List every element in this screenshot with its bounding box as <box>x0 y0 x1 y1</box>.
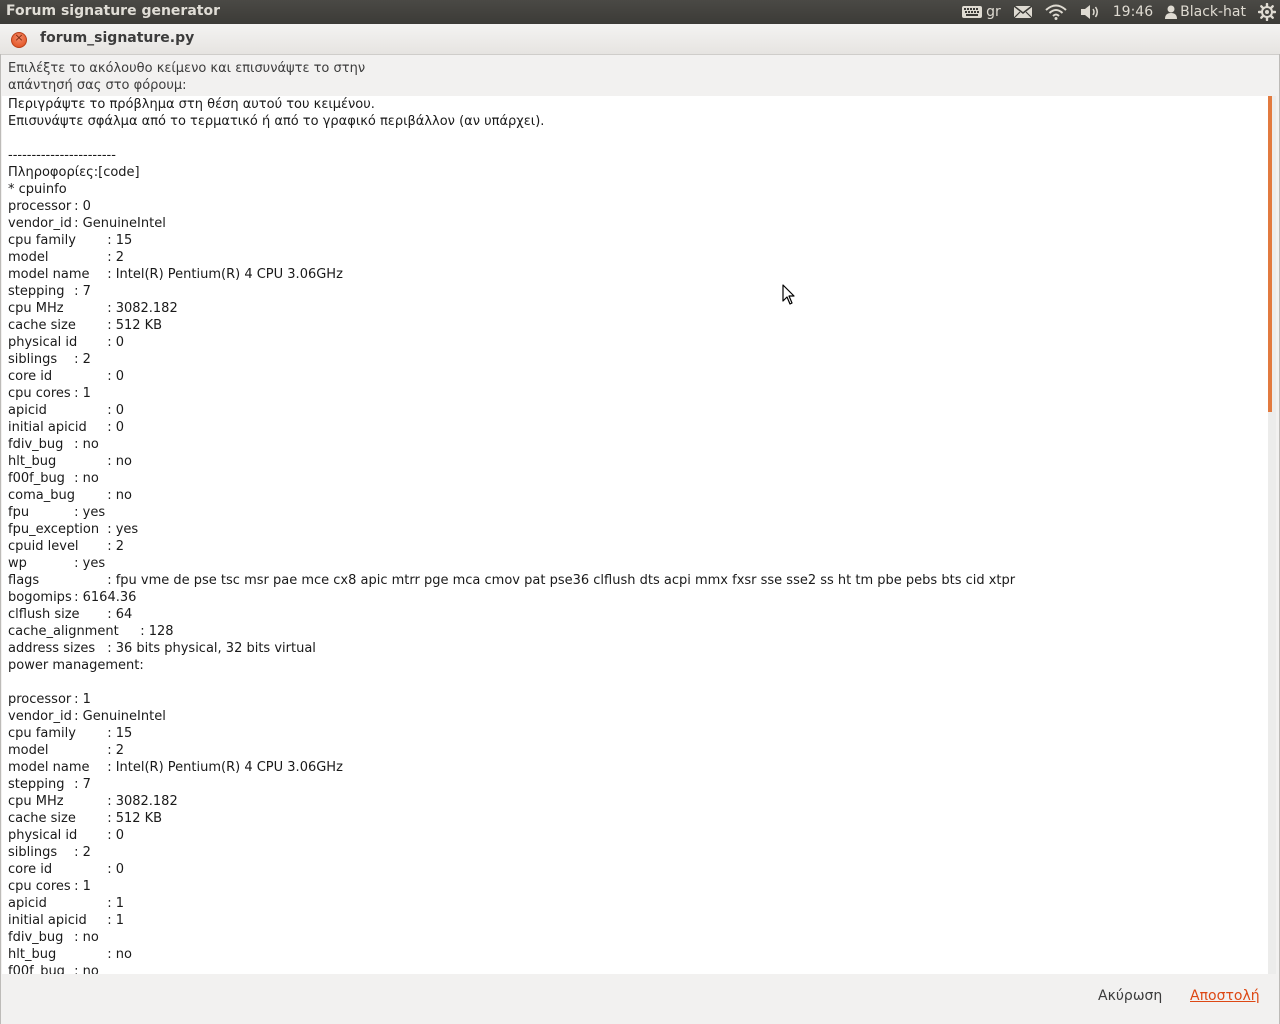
window-titlebar[interactable]: × forum_signature.py <box>0 24 1280 55</box>
mouse-pointer-icon <box>782 284 796 310</box>
send-button[interactable]: Αποστολή <box>1190 988 1260 1004</box>
gear-icon <box>1258 3 1276 21</box>
keyboard-indicator[interactable]: gr <box>961 4 1001 20</box>
window-title: forum_signature.py <box>40 30 195 46</box>
instruction-label: Επιλέξτε το ακόλουθο κείμενο και επισυνά… <box>8 61 366 93</box>
signature-text[interactable]: Περιγράψτε το πρόβλημα στη θέση αυτού το… <box>2 96 1268 974</box>
app-title: Forum signature generator <box>6 3 220 19</box>
top-panel: Forum signature generator gr 19:46 Black… <box>0 0 1280 24</box>
scrollbar-thumb[interactable] <box>1268 96 1272 412</box>
dialog-button-bar: Ακύρωση Αποστολή <box>0 974 1280 1024</box>
volume-icon <box>1079 4 1101 20</box>
mail-indicator[interactable] <box>1013 5 1033 19</box>
sound-indicator[interactable] <box>1079 4 1101 20</box>
session-indicator[interactable] <box>1258 3 1276 21</box>
keyboard-layout-label: gr <box>986 4 1001 20</box>
clock-label: 19:46 <box>1112 4 1154 20</box>
mail-icon <box>1013 5 1033 19</box>
user-name: Black-hat <box>1180 4 1246 20</box>
cancel-button[interactable]: Ακύρωση <box>1098 988 1162 1004</box>
wifi-icon <box>1045 4 1067 20</box>
close-button[interactable]: × <box>11 31 27 48</box>
signature-text-view[interactable]: Περιγράψτε το πρόβλημα στη θέση αυτού το… <box>2 96 1268 974</box>
close-icon: × <box>14 31 24 44</box>
user-icon <box>1165 5 1178 19</box>
clock-indicator[interactable]: 19:46 <box>1113 4 1153 20</box>
user-indicator[interactable]: Black-hat <box>1165 4 1246 20</box>
keyboard-icon <box>961 5 983 19</box>
window-border-left <box>0 54 1 1024</box>
network-indicator[interactable] <box>1045 4 1067 20</box>
indicator-area: gr 19:46 Black-hat <box>961 0 1280 24</box>
